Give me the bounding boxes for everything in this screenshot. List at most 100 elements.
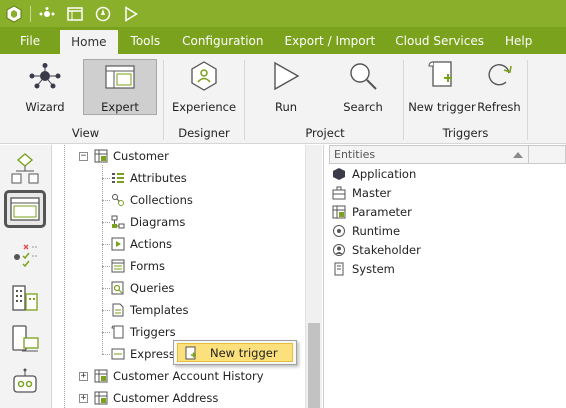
- run-button[interactable]: Run: [258, 58, 314, 114]
- expert-view-tool-icon[interactable]: [4, 190, 46, 228]
- checklist-tool-icon[interactable]: [4, 235, 46, 273]
- group-label-designer: Designer: [178, 126, 230, 140]
- robot-tool-icon[interactable]: [4, 363, 46, 401]
- expert-button[interactable]: Expert: [83, 59, 157, 115]
- tree-node-customer[interactable]: − Customer: [79, 145, 169, 167]
- tab-help[interactable]: Help: [494, 27, 542, 54]
- tree-node-label: Collections: [130, 193, 193, 207]
- tab-home[interactable]: Home: [60, 30, 118, 54]
- list-item-label: Application: [352, 166, 417, 181]
- left-toolbar: [0, 145, 52, 408]
- tree-node-customer-account-history[interactable]: + Customer Account History: [79, 365, 264, 387]
- context-menu-new-trigger[interactable]: New trigger: [177, 343, 293, 362]
- system-icon: [331, 261, 347, 277]
- tree-node-expressions[interactable]: Expressi: [110, 343, 178, 365]
- tree-node-collections[interactable]: Collections: [110, 189, 193, 211]
- attributes-icon: [110, 170, 126, 186]
- list-item-parameter[interactable]: Parameter: [331, 202, 412, 221]
- new-trigger-label: New trigger: [408, 100, 476, 114]
- collapse-toggle[interactable]: −: [79, 151, 88, 161]
- building-tool-icon[interactable]: [4, 278, 46, 316]
- list-item-label: Stakeholder: [352, 242, 421, 257]
- tab-export-import[interactable]: Export / Import: [274, 27, 385, 54]
- tree-scrollbar[interactable]: [305, 145, 322, 408]
- expand-toggle[interactable]: +: [79, 393, 88, 403]
- tree-guide-line: [102, 354, 110, 355]
- queries-icon: [110, 280, 126, 296]
- tree-node-label: Forms: [130, 259, 165, 273]
- wizard-button[interactable]: Wizard: [14, 58, 76, 114]
- tree-node-actions[interactable]: Actions: [110, 233, 172, 255]
- flowchart-tool-icon[interactable]: [4, 150, 46, 188]
- tree-node-triggers[interactable]: Triggers: [110, 321, 176, 343]
- search-label: Search: [343, 100, 383, 114]
- entity-icon: [93, 148, 109, 164]
- new-trigger-button[interactable]: New trigger: [408, 58, 476, 114]
- expert-icon: [105, 60, 135, 94]
- tree-node-label: Attributes: [130, 171, 187, 185]
- tree-node-label: Diagrams: [130, 215, 186, 229]
- app-logo-icon[interactable]: [0, 0, 28, 27]
- tab-configuration[interactable]: Configuration: [171, 27, 274, 54]
- play-icon[interactable]: [117, 0, 145, 27]
- tree-node-templates[interactable]: Templates: [110, 299, 188, 321]
- tree-node-diagrams[interactable]: Diagrams: [110, 211, 185, 233]
- list-item-runtime[interactable]: Runtime: [331, 221, 400, 240]
- ribbon-separator: [403, 60, 404, 140]
- ribbon-separator: [244, 60, 245, 140]
- tree-node-label: Expressi: [130, 347, 179, 361]
- diagrams-icon: [110, 214, 126, 230]
- compass-icon[interactable]: [89, 0, 117, 27]
- expressions-icon: [110, 346, 126, 362]
- triggers-icon: [110, 324, 126, 340]
- list-item-system[interactable]: System: [331, 259, 395, 278]
- tab-file[interactable]: File: [0, 27, 60, 54]
- context-menu: New trigger: [173, 340, 297, 365]
- wizard-label: Wizard: [25, 100, 65, 114]
- list-item-label: Master: [352, 185, 392, 200]
- tab-tools[interactable]: Tools: [118, 27, 172, 54]
- experience-button[interactable]: Experience: [172, 58, 236, 114]
- search-icon: [348, 58, 378, 94]
- tree-guide-line: [102, 178, 110, 179]
- tree-node-queries[interactable]: Queries: [110, 277, 174, 299]
- tree-guide-line: [102, 244, 110, 245]
- expert-label: Expert: [101, 100, 139, 114]
- actions-icon: [110, 236, 126, 252]
- tree-guide-line: [102, 165, 103, 354]
- quick-access-toolbar: [0, 0, 566, 27]
- search-button[interactable]: Search: [334, 58, 392, 114]
- list-item-stakeholder[interactable]: Stakeholder: [331, 240, 421, 259]
- window-icon[interactable]: [61, 0, 89, 27]
- tree-node-customer-address[interactable]: + Customer Address: [79, 387, 218, 408]
- tree-guide-line: [102, 310, 110, 311]
- expand-toggle[interactable]: +: [79, 371, 88, 381]
- refresh-button[interactable]: Refresh: [475, 58, 523, 114]
- sort-ascending-icon: [513, 152, 523, 158]
- list-item-label: Runtime: [352, 223, 401, 238]
- list-item-master[interactable]: Master: [331, 183, 391, 202]
- list-item-application[interactable]: Application: [331, 164, 416, 183]
- new-trigger-icon: [182, 345, 198, 361]
- network-icon[interactable]: [33, 0, 61, 27]
- master-icon: [331, 185, 347, 201]
- menu-bar: File Home Tools Configuration Export / I…: [0, 27, 566, 54]
- devices-tool-icon[interactable]: [4, 320, 46, 358]
- wizard-icon: [29, 58, 61, 94]
- tab-cloud-services[interactable]: Cloud Services: [385, 27, 494, 54]
- group-label-project: Project: [305, 126, 345, 140]
- scrollbar-thumb[interactable]: [308, 323, 320, 408]
- tree-node-forms[interactable]: Forms: [110, 255, 165, 277]
- list-item-label: System: [352, 261, 395, 276]
- tree-node-label: Triggers: [130, 325, 176, 339]
- ribbon-separator: [163, 60, 164, 140]
- ribbon: Wizard Expert View Experience Designer R…: [0, 54, 566, 144]
- context-menu-label: New trigger: [210, 345, 278, 360]
- list-item-label: Parameter: [352, 204, 412, 219]
- entities-column-header[interactable]: Entities: [329, 145, 529, 164]
- tree-node-attributes[interactable]: Attributes: [110, 167, 187, 189]
- templates-icon: [110, 302, 126, 318]
- tree-node-label: Queries: [130, 281, 175, 295]
- collections-icon: [110, 192, 126, 208]
- tree-guide-line: [102, 288, 110, 289]
